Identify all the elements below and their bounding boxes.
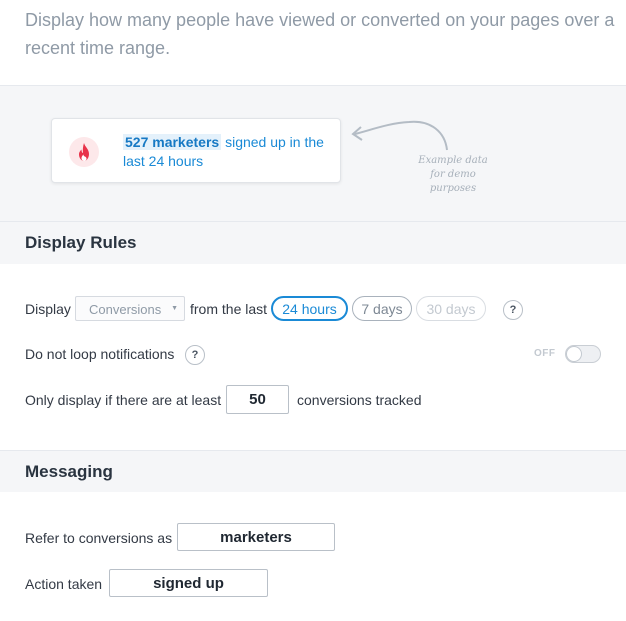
select-value: Conversions xyxy=(89,302,162,317)
intro-text: Display how many people have viewed or c… xyxy=(25,10,615,58)
loop-label: Do not loop notifications xyxy=(25,346,175,362)
messaging-header: Messaging xyxy=(0,450,626,492)
toggle-state-label: OFF xyxy=(534,348,556,359)
intro-section: Display how many people have viewed or c… xyxy=(0,0,626,86)
conversions-select[interactable]: Conversions ▼ xyxy=(75,296,185,321)
refer-input[interactable]: marketers xyxy=(177,523,335,551)
demo-note: Example data for demo purposes xyxy=(418,155,488,194)
display-rules-header: Display Rules xyxy=(0,222,626,264)
min-suffix: conversions tracked xyxy=(297,392,422,408)
preview-area: 527 marketers signed up in the last 24 h… xyxy=(0,86,626,222)
min-label: Only display if there are at least xyxy=(25,392,222,408)
range-7-days[interactable]: 7 days xyxy=(352,296,412,321)
action-label: Action taken xyxy=(25,576,103,592)
notification-highlight: 527 marketers xyxy=(123,134,222,150)
notification-preview: 527 marketers signed up in the last 24 h… xyxy=(51,118,341,183)
notification-message: 527 marketers signed up in the last 24 h… xyxy=(123,133,333,171)
refer-label: Refer to conversions as xyxy=(25,530,173,546)
help-icon[interactable]: ? xyxy=(185,345,205,365)
display-label: Display xyxy=(25,301,71,317)
display-rules-title: Display Rules xyxy=(25,233,137,252)
min-conversions-input[interactable]: 50 xyxy=(226,385,289,414)
flame-icon xyxy=(79,143,89,161)
help-icon[interactable]: ? xyxy=(503,300,523,320)
curved-arrow-icon xyxy=(351,120,448,151)
from-label: from the last xyxy=(190,301,268,317)
range-30-days[interactable]: 30 days xyxy=(416,296,486,321)
toggle-knob xyxy=(566,346,582,362)
action-input[interactable]: signed up xyxy=(109,569,268,597)
flame-icon-badge xyxy=(69,137,99,167)
messaging-title: Messaging xyxy=(25,462,113,481)
range-24-hours[interactable]: 24 hours xyxy=(271,296,348,321)
loop-toggle[interactable] xyxy=(565,345,601,363)
caret-down-icon: ▼ xyxy=(171,305,178,312)
